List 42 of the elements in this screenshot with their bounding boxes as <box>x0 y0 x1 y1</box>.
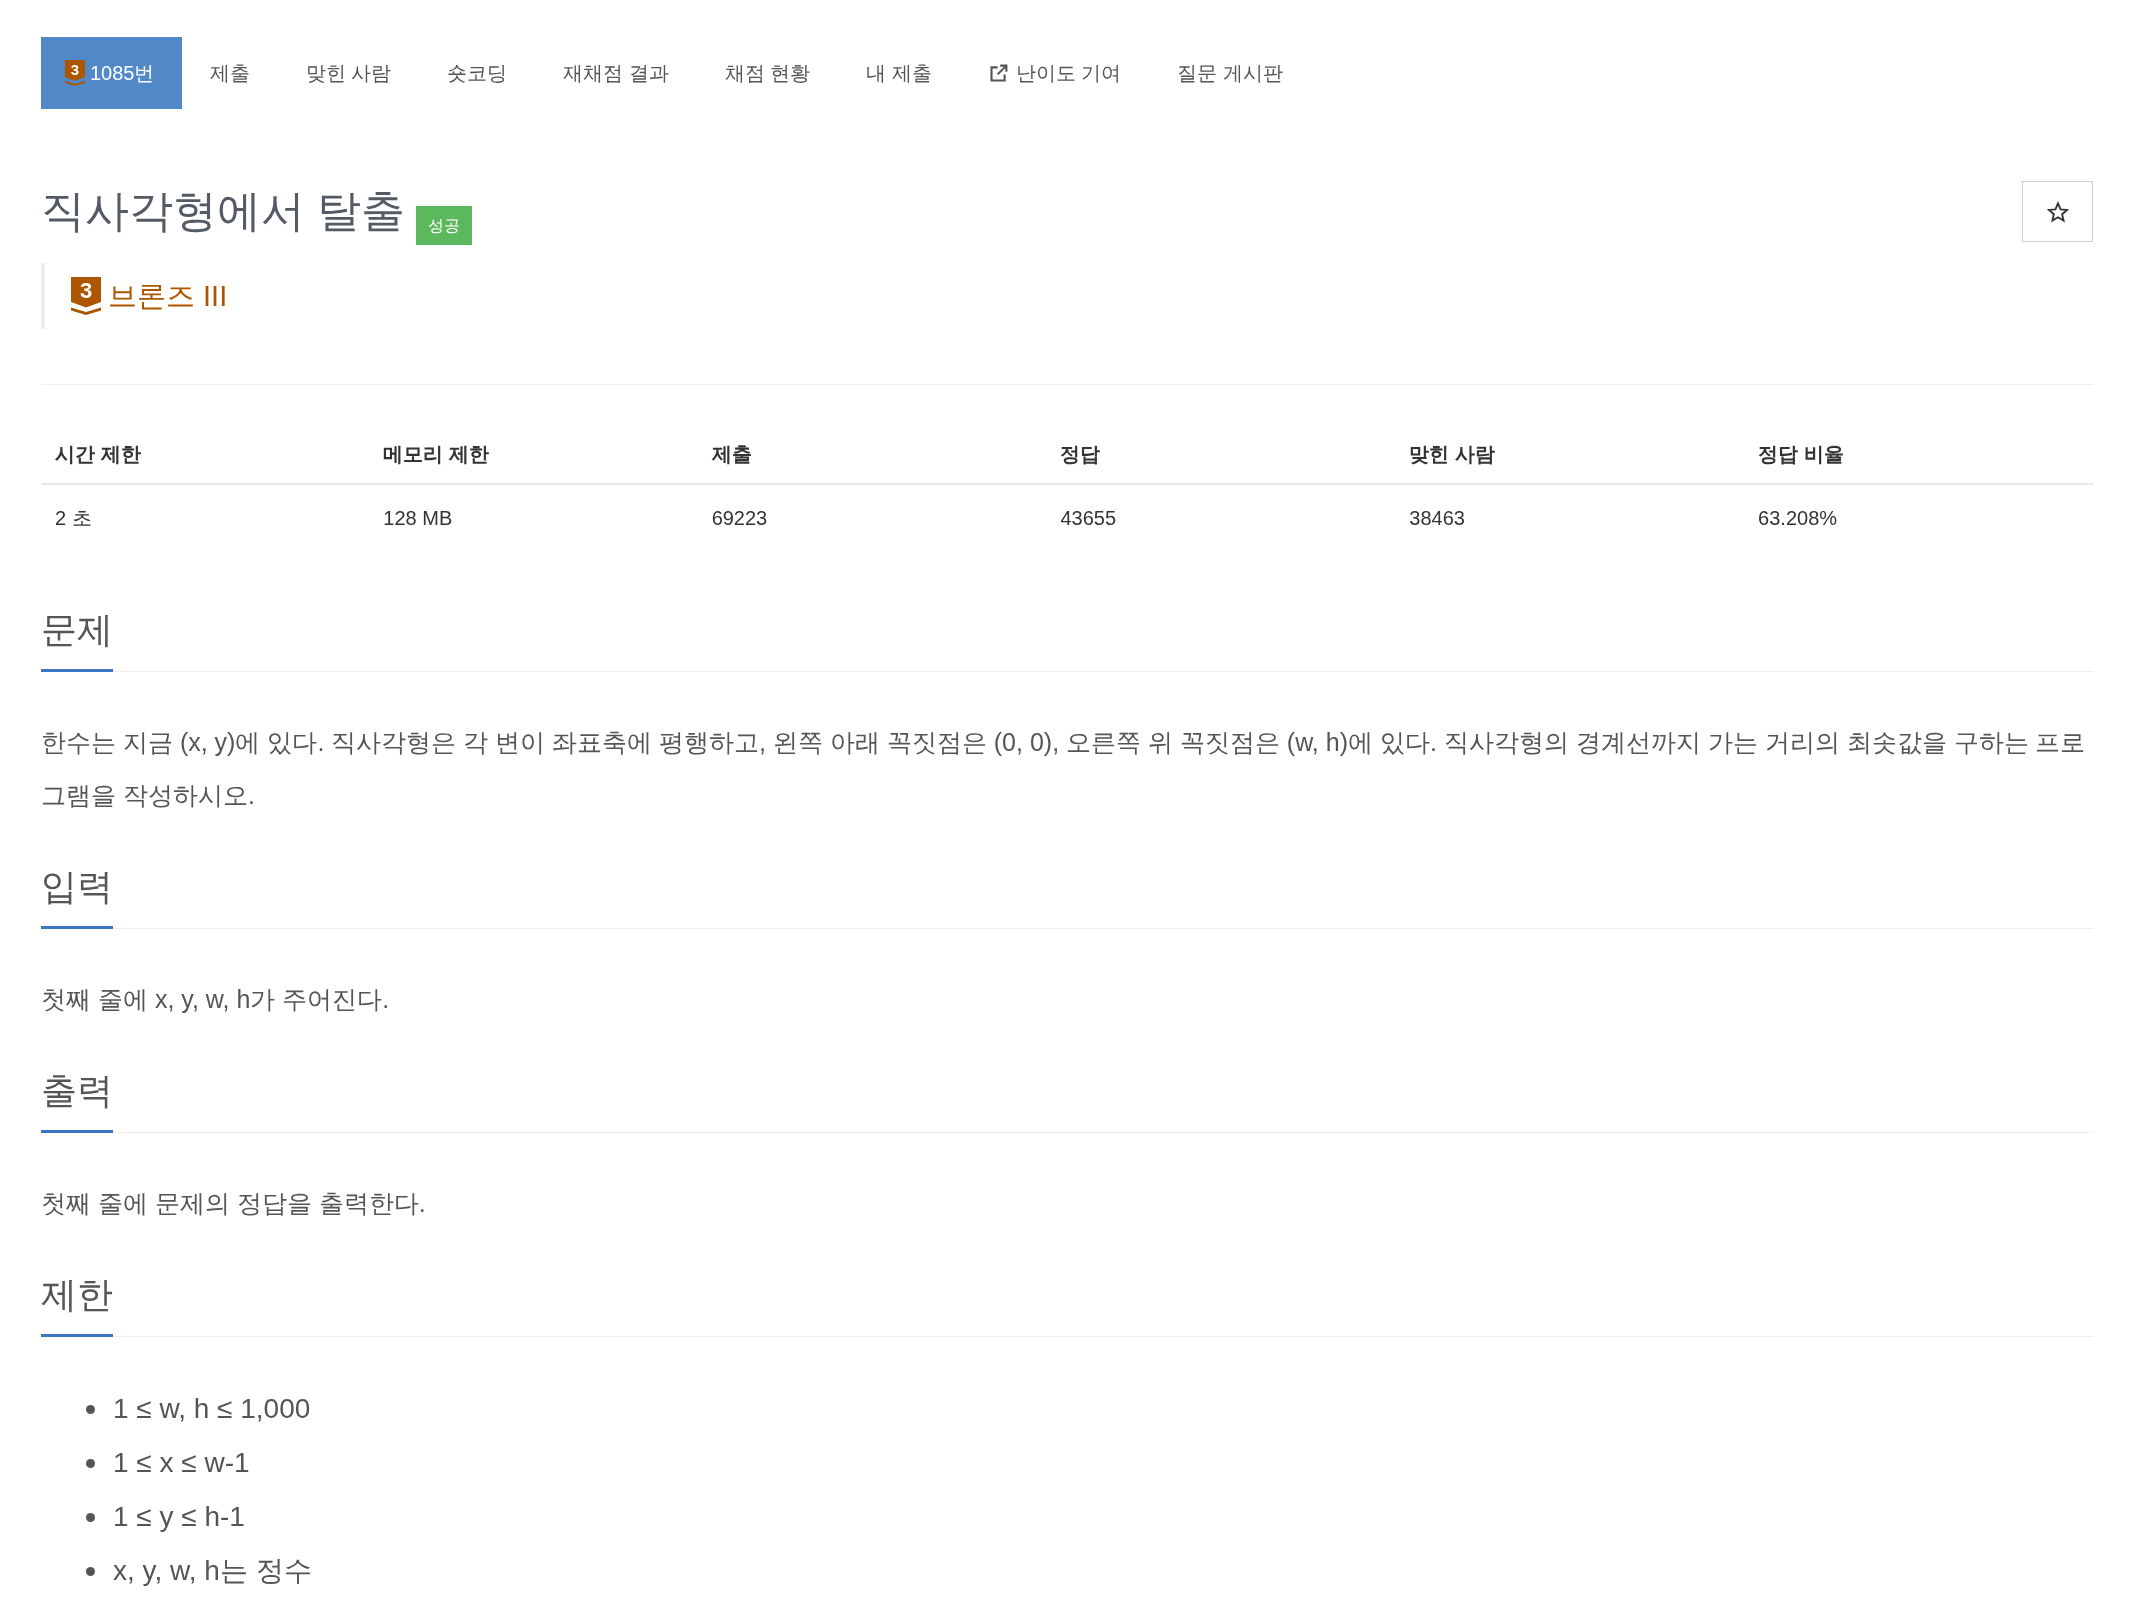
nav-tab[interactable]: 숏코딩 <box>419 37 536 109</box>
nav-tab[interactable]: 내 제출 <box>838 37 960 109</box>
nav-tab[interactable]: 재채점 결과 <box>535 37 697 109</box>
star-button[interactable] <box>2022 181 2093 242</box>
column-header: 맞힌 사람 <box>1395 425 1745 484</box>
table-cell: 128 MB <box>369 484 698 551</box>
section-heading: 입력 <box>41 865 113 929</box>
bullet-icon <box>86 1458 95 1468</box>
section-heading: 출력 <box>41 1069 113 1133</box>
paragraph: 첫째 줄에 문제의 정답을 출력한다. <box>41 1188 427 1219</box>
list-item-text: 1 ≤ y ≤ h-1 <box>113 1500 245 1534</box>
list-item-text: 1 ≤ w, h ≤ 1,000 <box>113 1392 311 1426</box>
result-badge: 성공 <box>416 206 473 245</box>
tier-badge: 3 <box>65 60 85 86</box>
column-header: 정답 <box>1046 425 1396 484</box>
section-heading: 제한 <box>41 1273 113 1337</box>
nav-tab[interactable]: 난이도 기여 <box>959 37 1150 109</box>
nav-tab[interactable]: 제출 <box>181 37 278 109</box>
nav-tab[interactable]: 맞힌 사람 <box>277 37 420 109</box>
table-cell: 2 초 <box>41 484 370 551</box>
bullet-icon <box>86 1404 95 1414</box>
paragraph: 첫째 줄에 x, y, w, h가 주어진다. <box>41 984 391 1015</box>
nav-tab[interactable]: 3 1085번 <box>41 37 182 109</box>
column-header: 시간 제한 <box>41 425 370 484</box>
list-item-text: 1 ≤ x ≤ w-1 <box>113 1446 250 1480</box>
nav-tab[interactable]: 채점 현황 <box>696 37 839 109</box>
nav-tab[interactable]: 질문 게시판 <box>1149 37 1311 109</box>
tier-badge: 3 <box>71 277 101 315</box>
table-cell: 63.208% <box>1744 484 2093 551</box>
bullet-icon <box>86 1512 95 1522</box>
bullet-icon <box>86 1566 95 1576</box>
column-header: 정답 비율 <box>1744 425 2093 484</box>
section-heading: 문제 <box>41 608 113 672</box>
table-cell: 43655 <box>1046 484 1396 551</box>
column-header: 제출 <box>697 425 1047 484</box>
table-cell: 38463 <box>1395 484 1745 551</box>
table-cell: 69223 <box>697 484 1047 551</box>
paragraph: 한수는 지금 (x, y)에 있다. 직사각형은 각 변이 좌표축에 평행하고, 왼쪽 아래 꼭짓점은 (0, 0), 오른쪽 위 꼭짓점은 (w, h)에 있다. 직사각형의 경계선까지 가는 거리의 최솟값을 구하는 프로그램을 작성하시오. <box>41 727 2087 811</box>
column-header: 메모리 제한 <box>369 425 698 484</box>
problem-title: 직사각형에서 탈출 <box>41 185 406 238</box>
tier-label: 브론즈 III <box>108 278 228 314</box>
list-item-text: x, y, w, h는 정수 <box>113 1554 312 1588</box>
